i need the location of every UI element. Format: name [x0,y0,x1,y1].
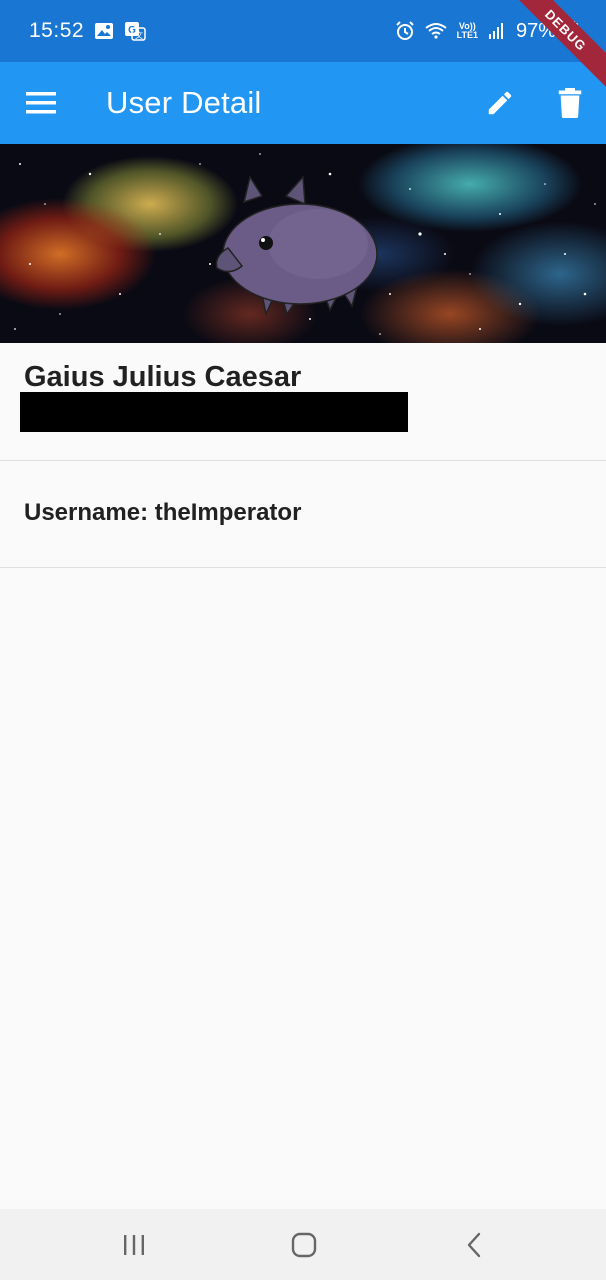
menu-icon [26,92,56,114]
username-text: Username: theImperator [24,499,302,526]
user-full-name: Gaius Julius Caesar [24,361,302,393]
edit-button[interactable] [482,84,518,122]
page: 15:52 G文 Vo)) LTE1 97% DEBUG User Detail… [0,0,606,1280]
home-button[interactable] [284,1229,324,1261]
app-bar: User Detail [0,62,606,144]
signal-icon [488,22,506,40]
back-button[interactable] [454,1229,494,1261]
volte-icon: Vo)) LTE1 [457,22,478,40]
edit-icon [488,91,512,115]
username-section: Username: theImperator [0,461,606,568]
translate-icon: G文 [124,21,146,41]
menu-button[interactable] [24,88,58,118]
gallery-icon [94,22,114,40]
back-icon [467,1232,481,1258]
svg-text:文: 文 [135,30,143,40]
status-bar: 15:52 G文 Vo)) LTE1 97% [0,0,606,62]
home-icon [291,1232,317,1258]
wifi-icon [425,22,447,40]
alarm-icon [395,21,415,41]
status-time: 15:52 [29,19,85,42]
pig-avatar [215,175,378,317]
name-section: Gaius Julius Caesar [0,343,606,461]
profile-banner [0,144,606,343]
delete-button[interactable] [552,84,588,122]
delete-icon [558,88,582,118]
redacted-block [20,392,408,432]
lte-label: LTE1 [456,30,478,40]
recents-button[interactable] [114,1229,154,1261]
page-title: User Detail [106,85,262,120]
system-nav-bar [0,1209,606,1280]
recents-icon [124,1235,144,1255]
